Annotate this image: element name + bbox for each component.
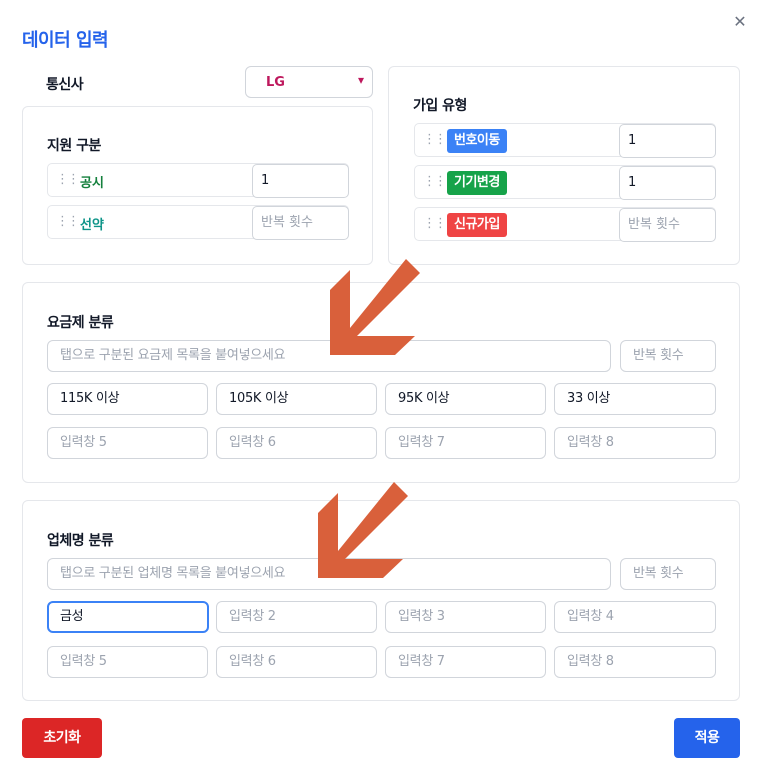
join-type-badge: 기기변경 [447, 171, 507, 195]
plan-field-8[interactable]: 입력창 8 [554, 427, 716, 459]
join-type-badge: 신규가입 [447, 213, 507, 237]
vendor-field-2[interactable]: 입력창 2 [216, 601, 377, 633]
dialog-title: 데이터 입력 [22, 30, 109, 51]
join-repeat-input[interactable]: 1 [619, 166, 716, 200]
reset-button[interactable]: 초기화 [22, 718, 102, 758]
join-repeat-input[interactable]: 반복 횟수 [619, 208, 716, 242]
plan-field-4[interactable]: 33 이상 [554, 383, 716, 415]
join-type-badge: 번호이동 [447, 129, 507, 153]
plan-field-6[interactable]: 입력창 6 [216, 427, 377, 459]
support-row-1[interactable]: ⋮⋮ 선약 반복 횟수 [47, 205, 349, 240]
drag-handle-icon[interactable]: ⋮⋮ [56, 214, 80, 230]
support-item-label: 선약 [80, 218, 104, 233]
vendor-field-1[interactable]: 금성 [47, 601, 209, 633]
join-type-label: 가입 유형 [413, 98, 467, 114]
close-icon[interactable]: ✕ [730, 12, 750, 32]
support-label: 지원 구분 [47, 138, 101, 154]
plan-field-3[interactable]: 95K 이상 [385, 383, 546, 415]
plan-panel: 요금제 분류 탭으로 구분된 요금제 목록을 붙여넣으세요 반복 횟수 115K… [22, 282, 740, 483]
apply-button[interactable]: 적용 [674, 718, 740, 758]
support-panel: 지원 구분 ⋮⋮ 공시 1 ⋮⋮ 선약 반복 횟수 [22, 106, 373, 265]
vendor-panel: 업체명 분류 탭으로 구분된 업체명 목록을 붙여넣으세요 반복 횟수 금성 입… [22, 500, 740, 701]
plan-field-1[interactable]: 115K 이상 [47, 383, 208, 415]
vendor-field-4[interactable]: 입력창 4 [554, 601, 716, 633]
carrier-selected-value: LG [266, 75, 285, 90]
drag-handle-icon[interactable]: ⋮⋮ [423, 216, 447, 232]
join-row-0[interactable]: ⋮⋮ 번호이동 1 [414, 123, 716, 158]
join-row-1[interactable]: ⋮⋮ 기기변경 1 [414, 165, 716, 200]
drag-handle-icon[interactable]: ⋮⋮ [423, 132, 447, 148]
plan-paste-input[interactable]: 탭으로 구분된 요금제 목록을 붙여넣으세요 [47, 340, 611, 372]
carrier-select[interactable]: LG ▾ [245, 66, 373, 98]
plan-field-7[interactable]: 입력창 7 [385, 427, 546, 459]
support-item-label: 공시 [80, 176, 104, 191]
join-repeat-input[interactable]: 1 [619, 124, 716, 158]
chevron-down-icon: ▾ [357, 73, 364, 87]
drag-handle-icon[interactable]: ⋮⋮ [56, 172, 80, 188]
plan-field-2[interactable]: 105K 이상 [216, 383, 377, 415]
vendor-paste-input[interactable]: 탭으로 구분된 업체명 목록을 붙여넣으세요 [47, 558, 611, 590]
support-repeat-input[interactable]: 1 [252, 164, 349, 198]
vendor-field-7[interactable]: 입력창 7 [385, 646, 546, 678]
join-type-panel: 가입 유형 ⋮⋮ 번호이동 1 ⋮⋮ 기기변경 1 ⋮⋮ 신규가입 반복 횟수 [388, 66, 740, 265]
vendor-field-6[interactable]: 입력창 6 [216, 646, 377, 678]
join-row-2[interactable]: ⋮⋮ 신규가입 반복 횟수 [414, 207, 716, 242]
plan-field-5[interactable]: 입력창 5 [47, 427, 208, 459]
support-row-0[interactable]: ⋮⋮ 공시 1 [47, 163, 349, 198]
plan-label: 요금제 분류 [47, 315, 114, 331]
plan-repeat-input[interactable]: 반복 횟수 [620, 340, 716, 372]
vendor-field-8[interactable]: 입력창 8 [554, 646, 716, 678]
vendor-repeat-input[interactable]: 반복 횟수 [620, 558, 716, 590]
drag-handle-icon[interactable]: ⋮⋮ [423, 174, 447, 190]
support-repeat-input[interactable]: 반복 횟수 [252, 206, 349, 240]
vendor-label: 업체명 분류 [47, 533, 114, 549]
carrier-label: 통신사 [46, 77, 84, 93]
vendor-field-5[interactable]: 입력창 5 [47, 646, 208, 678]
vendor-field-3[interactable]: 입력창 3 [385, 601, 546, 633]
